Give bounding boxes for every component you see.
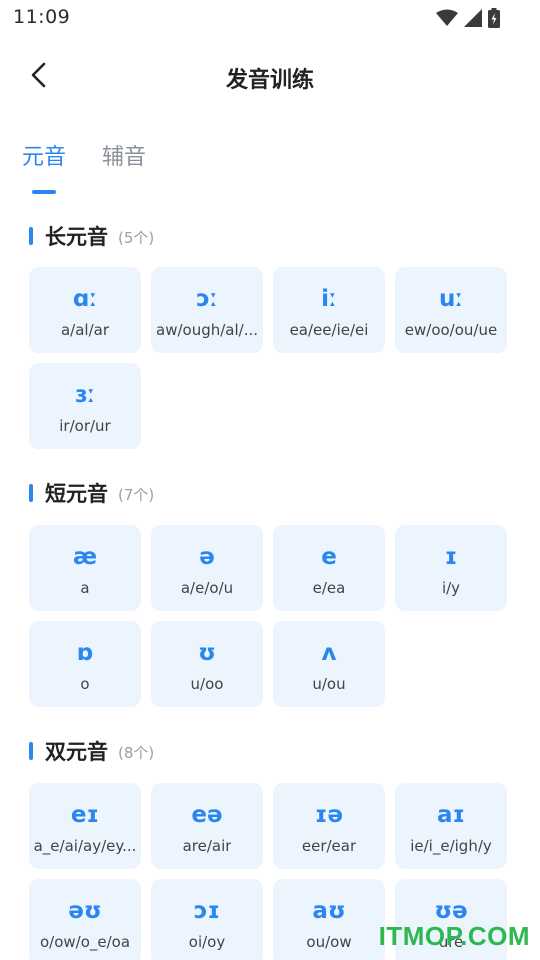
phoneme-symbol: æ bbox=[72, 544, 98, 570]
phoneme-card[interactable]: ɪə eer/ear bbox=[273, 783, 385, 869]
tab-active-indicator bbox=[32, 190, 56, 194]
tab-vowels[interactable]: 元音 bbox=[22, 138, 67, 194]
phoneme-spelling: a/e/o/u bbox=[180, 579, 234, 597]
phoneme-symbol: ɜː bbox=[74, 382, 96, 408]
phoneme-card[interactable]: əʊ o/ow/o_e/oa bbox=[29, 879, 141, 960]
phoneme-spelling: i/y bbox=[441, 579, 461, 597]
phoneme-card[interactable]: ɒ o bbox=[29, 621, 141, 707]
phoneme-symbol: iː bbox=[321, 286, 337, 312]
section-accent-bar bbox=[29, 227, 33, 245]
phoneme-symbol: ɑː bbox=[72, 286, 98, 312]
phoneme-card[interactable]: aɪ ie/i_e/igh/y bbox=[395, 783, 507, 869]
phoneme-symbol: eɪ bbox=[70, 802, 100, 828]
phoneme-spelling: ie/i_e/igh/y bbox=[410, 837, 492, 855]
header: 发音训练 bbox=[0, 52, 540, 102]
phoneme-symbol: ɪ bbox=[444, 544, 458, 570]
phoneme-spelling: eer/ear bbox=[301, 837, 357, 855]
section-header-long-vowels: 长元音 (5个) bbox=[29, 221, 154, 251]
section-count: (7个) bbox=[118, 485, 155, 504]
cellular-signal-icon bbox=[464, 9, 482, 31]
phoneme-spelling: ea/ee/ie/ei bbox=[289, 321, 369, 339]
tab-consonants[interactable]: 辅音 bbox=[102, 138, 146, 178]
phoneme-symbol: aʊ bbox=[312, 898, 346, 924]
phoneme-spelling: o/ow/o_e/oa bbox=[39, 933, 131, 951]
phoneme-card[interactable]: ɜː ir/or/ur bbox=[29, 363, 141, 449]
section-accent-bar bbox=[29, 742, 33, 760]
phoneme-card[interactable]: eɪ a_e/ai/ay/ey... bbox=[29, 783, 141, 869]
phonics-screen: 11:09 发音训练 元音 辅音 长元音 (5个) ɑː a/al/ar ɔː … bbox=[0, 0, 540, 960]
phoneme-symbol: e bbox=[321, 544, 337, 570]
phoneme-symbol: ə bbox=[199, 544, 215, 570]
phoneme-symbol: ɔː bbox=[196, 286, 218, 312]
status-icons bbox=[436, 8, 500, 32]
phoneme-symbol: ɔɪ bbox=[193, 898, 221, 924]
phoneme-spelling: o bbox=[80, 675, 90, 693]
tab-vowels-label: 元音 bbox=[22, 145, 67, 170]
phoneme-card[interactable]: aʊ ou/ow bbox=[273, 879, 385, 960]
phoneme-spelling: a_e/ai/ay/ey... bbox=[33, 837, 137, 855]
phoneme-spelling: u/ou bbox=[312, 675, 346, 693]
phoneme-spelling: ew/oo/ou/ue bbox=[404, 321, 498, 339]
phoneme-spelling: aw/ough/al/... bbox=[156, 321, 258, 339]
phoneme-card[interactable]: ɔː aw/ough/al/... bbox=[151, 267, 263, 353]
phoneme-card[interactable]: eə are/air bbox=[151, 783, 263, 869]
phoneme-spelling: oi/oy bbox=[188, 933, 226, 951]
phoneme-symbol: əʊ bbox=[68, 898, 102, 924]
tab-consonants-label: 辅音 bbox=[102, 145, 147, 170]
section-header-diphthongs: 双元音 (8个) bbox=[29, 736, 154, 766]
section-title: 短元音 bbox=[45, 482, 108, 506]
watermark: ITMOP.COM bbox=[378, 921, 530, 951]
phoneme-symbol: aɪ bbox=[436, 802, 466, 828]
battery-icon bbox=[488, 8, 500, 32]
wifi-icon bbox=[436, 9, 458, 31]
section-title: 长元音 bbox=[45, 225, 108, 249]
section-title: 双元音 bbox=[45, 740, 108, 764]
phoneme-spelling: ou/ow bbox=[306, 933, 352, 951]
phoneme-symbol: ʌ bbox=[321, 640, 337, 666]
section-header-short-vowels: 短元音 (7个) bbox=[29, 478, 154, 508]
phoneme-spelling: e/ea bbox=[312, 579, 346, 597]
phoneme-card[interactable]: e e/ea bbox=[273, 525, 385, 611]
tab-bar: 元音 辅音 bbox=[22, 138, 146, 198]
phoneme-card[interactable]: ɪ i/y bbox=[395, 525, 507, 611]
phoneme-symbol: ɪə bbox=[314, 802, 344, 828]
section-count: (5个) bbox=[118, 228, 155, 247]
phoneme-spelling: are/air bbox=[182, 837, 232, 855]
status-time: 11:09 bbox=[13, 6, 71, 28]
phoneme-symbol: uː bbox=[438, 286, 464, 312]
phoneme-spelling: a/al/ar bbox=[60, 321, 110, 339]
phoneme-symbol: ɒ bbox=[76, 640, 94, 666]
status-bar: 11:09 bbox=[0, 0, 540, 38]
phoneme-card[interactable]: ɔɪ oi/oy bbox=[151, 879, 263, 960]
phoneme-symbol: ʊ bbox=[198, 640, 216, 666]
phoneme-spelling: a bbox=[80, 579, 90, 597]
phoneme-card[interactable]: ʊ u/oo bbox=[151, 621, 263, 707]
section-accent-bar bbox=[29, 484, 33, 502]
phoneme-card[interactable]: æ a bbox=[29, 525, 141, 611]
phoneme-card[interactable]: iː ea/ee/ie/ei bbox=[273, 267, 385, 353]
phoneme-card[interactable]: ə a/e/o/u bbox=[151, 525, 263, 611]
phoneme-spelling: u/oo bbox=[190, 675, 224, 693]
phoneme-spelling: ir/or/ur bbox=[59, 417, 111, 435]
section-count: (8个) bbox=[118, 743, 155, 762]
phoneme-card[interactable]: ɑː a/al/ar bbox=[29, 267, 141, 353]
page-title: 发音训练 bbox=[225, 68, 314, 93]
phoneme-card[interactable]: ʌ u/ou bbox=[273, 621, 385, 707]
phoneme-symbol: eə bbox=[191, 802, 223, 828]
phoneme-card[interactable]: uː ew/oo/ou/ue bbox=[395, 267, 507, 353]
